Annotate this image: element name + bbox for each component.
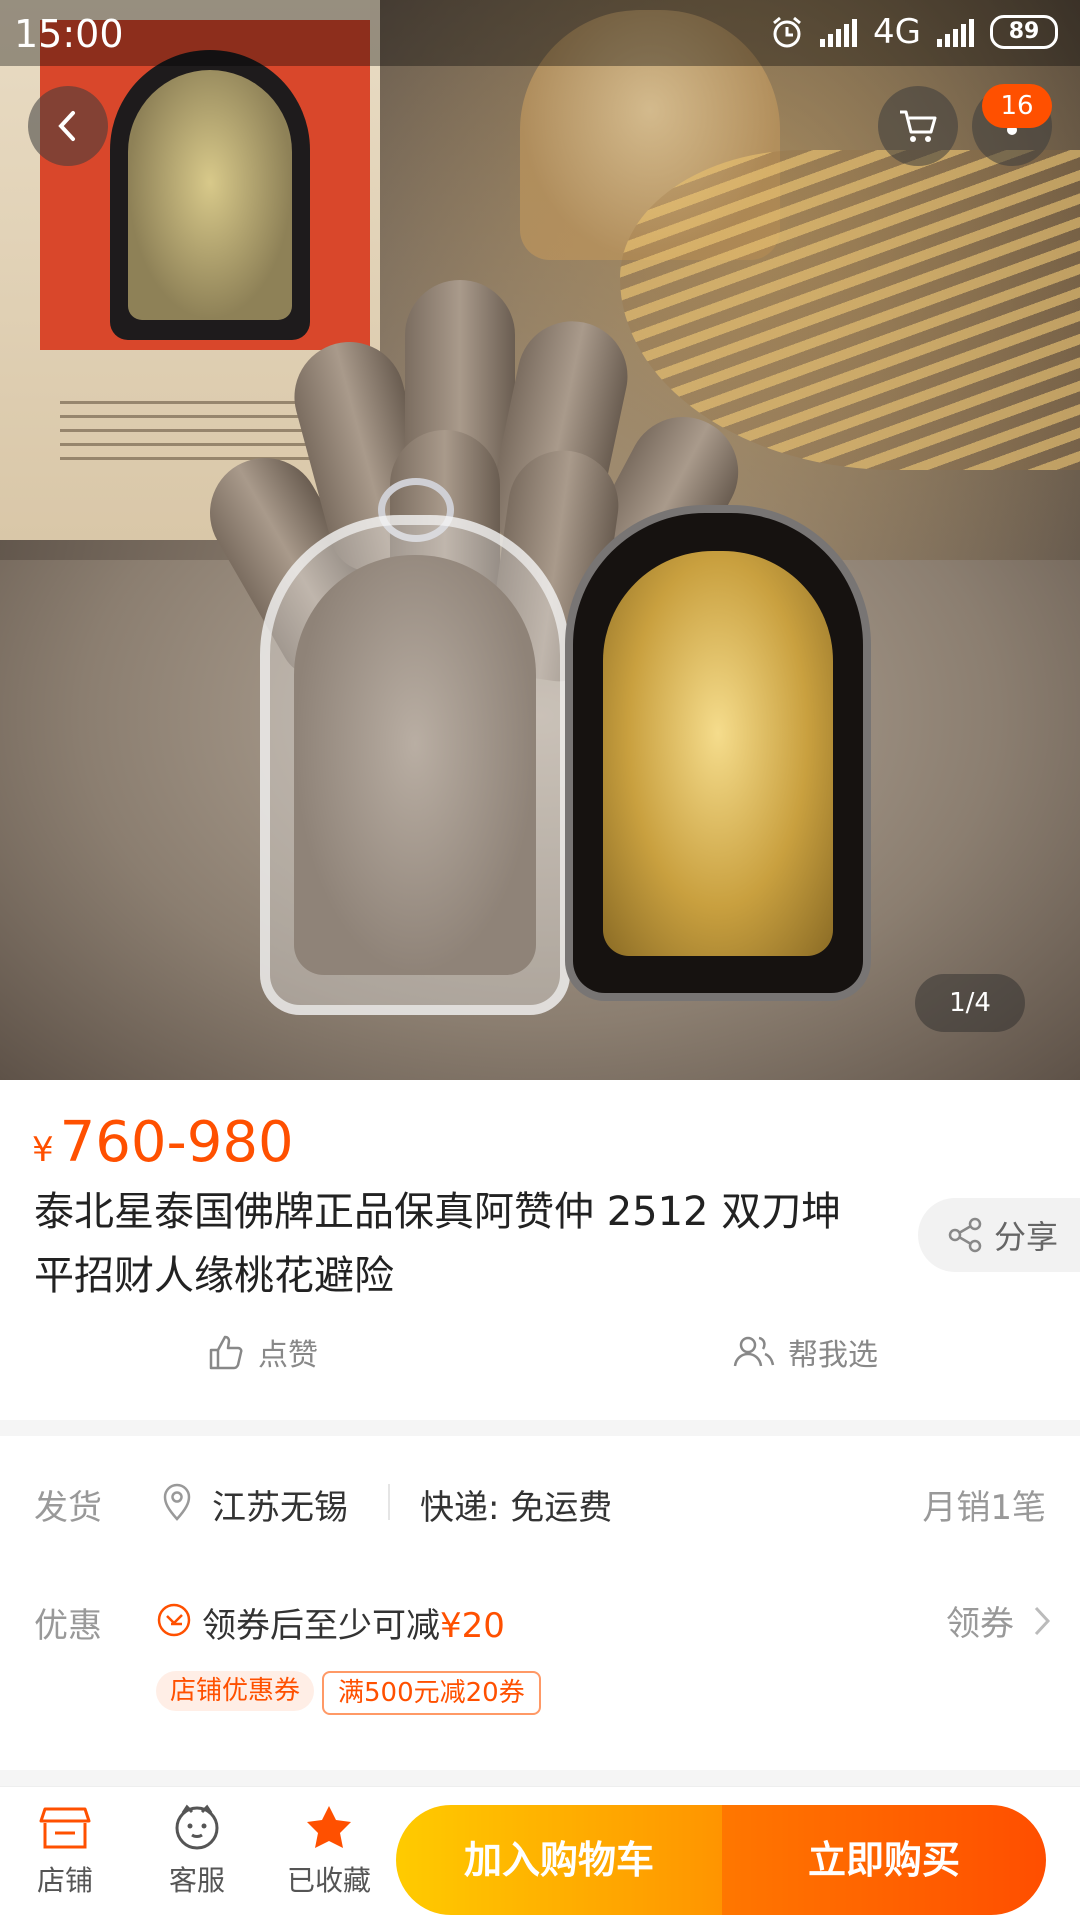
promo-text-label: 领券后至少可减 (202, 1606, 440, 1646)
price-symbol: ¥ (32, 1130, 54, 1170)
share-button[interactable]: 分享 (918, 1198, 1080, 1272)
share-label: 分享 (994, 1218, 1059, 1256)
divider (388, 1484, 390, 1520)
like-label: 点赞 (258, 1338, 318, 1373)
service-label: 客服 (168, 1864, 225, 1897)
back-button[interactable] (28, 86, 108, 166)
cart-button[interactable] (878, 86, 958, 166)
customer-service-icon (175, 1804, 219, 1850)
price: ¥760-980 (32, 1110, 294, 1175)
like-button[interactable]: 点赞 (206, 1330, 318, 1374)
signal-icon (820, 17, 858, 47)
star-icon (307, 1806, 351, 1848)
alarm-icon (773, 16, 801, 48)
battery-icon: 89 (990, 15, 1058, 49)
network-type: 4G (873, 12, 921, 52)
promo-label: 优惠 (34, 1606, 102, 1646)
promo-text: 领券后至少可减¥20 (202, 1598, 505, 1647)
amulet-clay (260, 515, 570, 1015)
amulet-gold (565, 505, 871, 1001)
chevron-right-icon (1034, 1606, 1051, 1635)
store-tab[interactable]: 店铺 (10, 1803, 120, 1899)
store-coupon-tag: 店铺优惠券 (156, 1671, 315, 1711)
add-to-cart-button[interactable]: 加入购物车 (396, 1805, 722, 1915)
people-icon (733, 1336, 775, 1367)
message-badge: 16 (982, 84, 1052, 128)
favorited-label: 已收藏 (286, 1864, 371, 1897)
status-bar: 15:00 4G 89 (0, 0, 1080, 66)
bottom-action-bar: 店铺 客服 已收藏 加入购物车 立即购买 (0, 1786, 1080, 1921)
service-tab[interactable]: 客服 (142, 1803, 252, 1899)
status-time: 15:00 (14, 12, 124, 56)
favorite-tab[interactable]: 已收藏 (274, 1803, 384, 1899)
store-icon (39, 1807, 91, 1849)
promo-amount: ¥20 (440, 1606, 505, 1646)
gallery-pager: 1/4 (915, 974, 1025, 1032)
signal-icon-2 (937, 17, 974, 47)
chevron-left-icon (58, 111, 75, 141)
shipping-label: 发货 (34, 1488, 102, 1528)
discount-coupon-tag: 满500元减20券 (322, 1671, 541, 1715)
product-title: 泰北星泰国佛牌正品保真阿赞仲 2512 双刀坤平招财人缘桃花避险 (34, 1189, 842, 1299)
shipping-express: 快递: 免运费 (420, 1488, 613, 1528)
thumbs-up-icon (209, 1335, 243, 1370)
coupon-icon (157, 1603, 191, 1637)
help-choose-button[interactable]: 帮我选 (732, 1330, 878, 1374)
location-icon (163, 1483, 191, 1521)
help-choose-label: 帮我选 (788, 1338, 878, 1373)
get-coupon-button[interactable]: 领券 (946, 1596, 1052, 1645)
shipping-section: 发货 江苏无锡 快递: 免运费 月销1笔 优惠 领券后至少可减¥20 领券 店铺… (0, 1436, 1080, 1770)
share-icon (948, 1217, 982, 1253)
price-value: 760-980 (59, 1110, 294, 1175)
product-info: ¥760-980 泰北星泰国佛牌正品保真阿赞仲 2512 双刀坤平招财人缘桃花避… (0, 1080, 1080, 1420)
get-coupon-label: 领券 (946, 1604, 1014, 1644)
cart-icon (900, 110, 937, 142)
store-label: 店铺 (36, 1864, 93, 1897)
shipping-location: 江苏无锡 (212, 1488, 348, 1528)
buy-now-button[interactable]: 立即购买 (722, 1805, 1046, 1915)
monthly-sales: 月销1笔 (922, 1488, 1046, 1528)
